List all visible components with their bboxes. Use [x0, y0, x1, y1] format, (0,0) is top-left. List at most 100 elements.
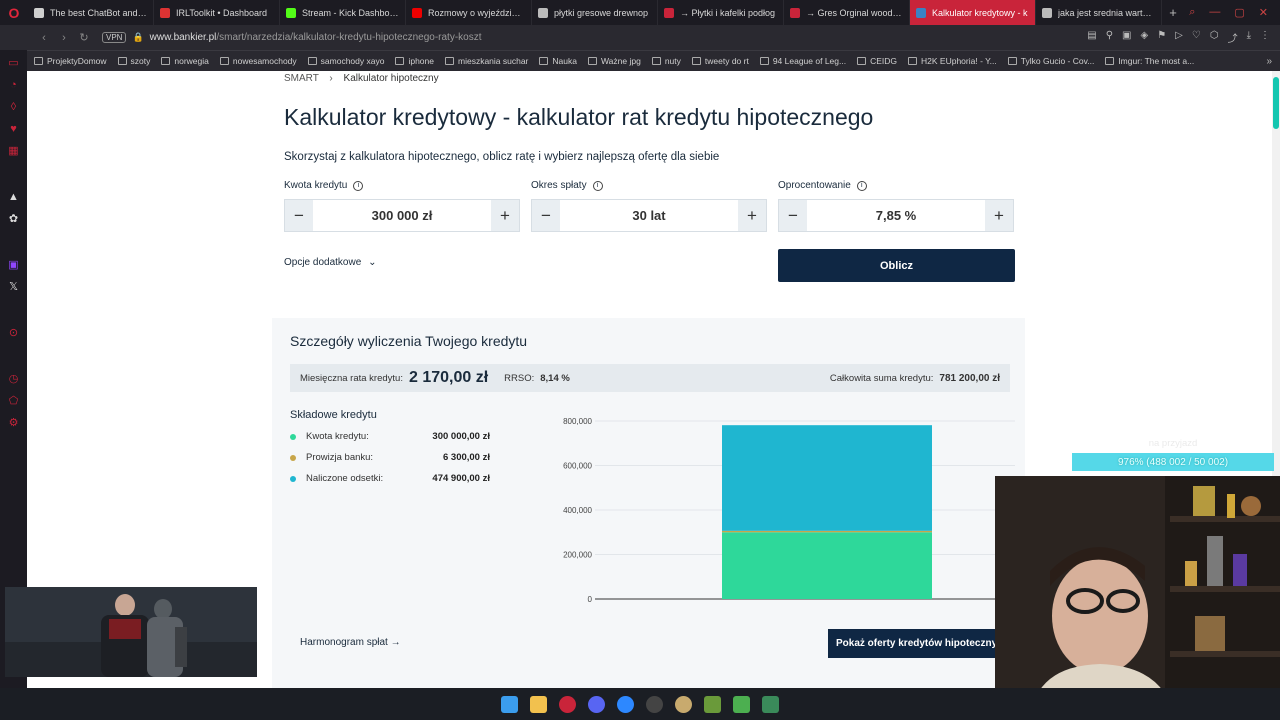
more-options-toggle[interactable]: Opcje dodatkowe ⌄: [284, 257, 376, 268]
bookmark-item[interactable]: Ważne jpg: [587, 56, 641, 66]
history-icon[interactable]: ▦: [7, 144, 21, 158]
app-stack-icon[interactable]: [762, 695, 779, 713]
bookmark-item[interactable]: nowesamochody: [219, 56, 297, 66]
search-tabs-icon[interactable]: ⌕: [1189, 6, 1195, 19]
breadcrumb-root[interactable]: SMART: [284, 73, 319, 84]
browser-tab[interactable]: Rozmowy o wyjeździe B: [406, 0, 532, 25]
tab-favicon-icon: [286, 7, 296, 18]
shield-icon[interactable]: ◈: [1141, 30, 1149, 45]
forward-icon[interactable]: ›: [54, 32, 74, 44]
vpn-badge[interactable]: VPN: [102, 32, 127, 43]
url-field[interactable]: www.bankier.pl/smart/narzedzia/kalkulato…: [150, 32, 482, 43]
browser-tab[interactable]: Kalkulator kredytowy - k: [910, 0, 1036, 25]
bookmark-item[interactable]: 94 League of Leg...: [759, 56, 846, 66]
bookmark-item[interactable]: CEIDG: [857, 56, 897, 66]
bookmark-item[interactable]: H2K EUphoria! - Y...: [908, 56, 997, 66]
snapshot-icon[interactable]: ▣: [1122, 30, 1131, 45]
reload-icon[interactable]: ↻: [74, 31, 94, 44]
rate-decrease-button[interactable]: −: [779, 200, 807, 231]
browser-tab[interactable]: → Gres Orginal wood gr: [784, 0, 910, 25]
bookmark-item[interactable]: Tylko Gucio - Cov...: [1007, 56, 1094, 66]
tab-title: płytki gresowe drewnop: [554, 7, 649, 18]
period-increase-button[interactable]: +: [738, 200, 766, 231]
scrollbar-thumb[interactable]: [1273, 77, 1279, 129]
y-tick-label: 0: [588, 595, 593, 604]
bookmark-item[interactable]: iphone: [395, 56, 434, 66]
windows-start-icon[interactable]: [501, 695, 518, 713]
browser-tab[interactable]: The best ChatBot and W: [28, 0, 154, 25]
new-tab-button[interactable]: +: [1162, 5, 1184, 20]
messenger-icon[interactable]: [617, 695, 634, 713]
bookmark-item[interactable]: Imgur: The most a...: [1105, 56, 1194, 66]
bookmark-item[interactable]: samochody xayo: [307, 56, 384, 66]
rate-input[interactable]: 7,85 %: [807, 200, 985, 231]
extensions-sidebar-icon[interactable]: ⬠: [7, 394, 21, 408]
sidebar-toggle-icon[interactable]: ▤: [1087, 30, 1096, 45]
minimize-icon[interactable]: —: [1209, 6, 1220, 19]
x-twitter-icon[interactable]: 𝕏: [7, 280, 21, 294]
info-icon[interactable]: i: [856, 180, 867, 191]
chatgpt-icon[interactable]: ✿: [7, 212, 21, 226]
amount-input[interactable]: 300 000 zł: [313, 200, 491, 231]
play-icon[interactable]: ▷: [1175, 30, 1183, 45]
amount-decrease-button[interactable]: −: [285, 200, 313, 231]
close-icon[interactable]: ✕: [1259, 6, 1268, 19]
tab-favicon-icon: [916, 7, 926, 18]
download-icon[interactable]: ⤓: [1247, 30, 1251, 45]
bookmark-item[interactable]: norwegia: [161, 56, 209, 66]
bookmark-item[interactable]: szoty: [117, 56, 151, 66]
speed-dial-icon[interactable]: ▭: [7, 56, 21, 70]
aria-ai-icon[interactable]: ▲: [7, 190, 21, 204]
maximize-icon[interactable]: ▢: [1234, 6, 1244, 19]
extensions-icon[interactable]: ⬡: [1210, 30, 1219, 45]
browser-tab[interactable]: IRLToolkit • Dashboard: [154, 0, 280, 25]
pin-icon[interactable]: ⚲: [1106, 30, 1113, 45]
twitch-icon[interactable]: ▣: [7, 258, 21, 272]
bookmark-item[interactable]: nuty: [651, 56, 681, 66]
share-icon[interactable]: ⤴: [1228, 30, 1238, 45]
info-icon[interactable]: i: [353, 180, 364, 191]
opera-logo-icon[interactable]: O: [0, 0, 28, 25]
discord-icon[interactable]: [588, 695, 605, 713]
file-explorer-icon[interactable]: [530, 695, 547, 713]
url-path: /smart/narzedzia/kalkulator-kredytu-hipo…: [216, 32, 482, 43]
period-decrease-button[interactable]: −: [532, 200, 560, 231]
bookmark-item[interactable]: mieszkania suchar: [445, 56, 528, 66]
aria-icon[interactable]: ◔: [7, 78, 21, 92]
opera-taskbar-icon[interactable]: [559, 695, 576, 713]
amount-label: Kwota kredytu: [284, 180, 348, 191]
settings-icon[interactable]: ⚙: [7, 416, 21, 430]
browser-tab[interactable]: jaka jest srednia wartosc: [1036, 0, 1162, 25]
league-icon[interactable]: [675, 695, 692, 713]
bookmark-item[interactable]: Nauka: [539, 56, 577, 66]
chart-bar-segment[interactable]: [722, 425, 932, 531]
player-icon[interactable]: ⊙: [7, 326, 21, 340]
chart-bar-segment[interactable]: [722, 532, 932, 599]
rate-increase-button[interactable]: +: [985, 200, 1013, 231]
chart-bar-segment[interactable]: [722, 530, 932, 533]
menu-icon[interactable]: ⋮: [1260, 30, 1270, 45]
bookmark-item[interactable]: tweety do rt: [691, 56, 749, 66]
app-green-icon[interactable]: [733, 695, 750, 713]
browser-tab[interactable]: Stream - Kick Dashboard: [280, 0, 406, 25]
heart-icon[interactable]: ♡: [1192, 30, 1201, 45]
bookmarks-more-icon[interactable]: »: [1266, 56, 1280, 67]
minecraft-icon[interactable]: [704, 695, 721, 713]
browser-tab[interactable]: → Płytki i kafelki podłog: [658, 0, 784, 25]
bookmark-item[interactable]: ProjektyDomow: [34, 56, 107, 66]
bookmark-label: szoty: [130, 56, 151, 66]
browser-tab[interactable]: płytki gresowe drewnop: [532, 0, 658, 25]
info-icon[interactable]: i: [592, 180, 603, 191]
bookmark-icon[interactable]: ⚑: [1157, 30, 1166, 45]
period-input[interactable]: 30 lat: [560, 200, 738, 231]
back-icon[interactable]: ‹: [34, 32, 54, 44]
flow-icon[interactable]: ◊: [7, 100, 21, 114]
history-clock-icon[interactable]: ◷: [7, 372, 21, 386]
obs-icon[interactable]: [646, 695, 663, 713]
tab-favicon-icon: [1042, 7, 1052, 18]
lock-icon[interactable]: 🔒: [132, 32, 143, 43]
bookmarks-icon[interactable]: ♥: [7, 122, 21, 136]
amount-increase-button[interactable]: +: [491, 200, 519, 231]
calculate-button[interactable]: Oblicz: [778, 249, 1015, 282]
schedule-link[interactable]: Harmonogram spłat →: [300, 637, 401, 648]
